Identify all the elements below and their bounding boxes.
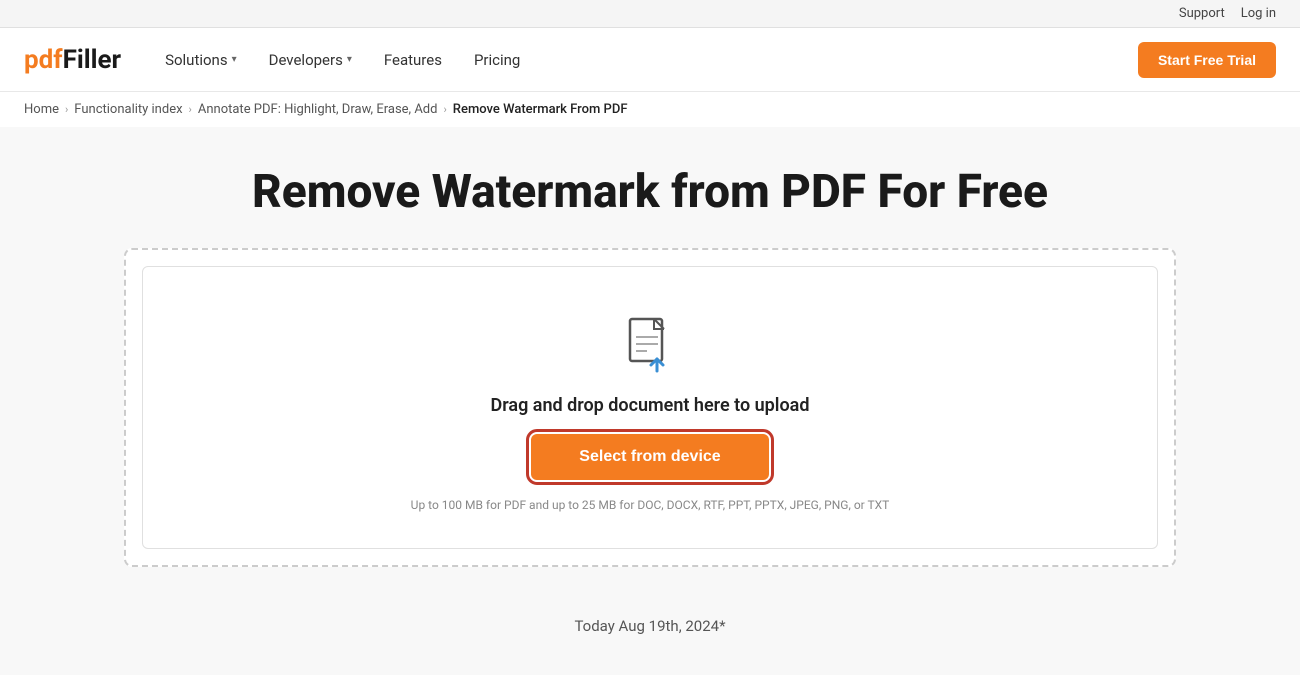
hero-section: Remove Watermark from PDF For Free (0, 127, 1300, 248)
breadcrumb-home[interactable]: Home (24, 102, 59, 117)
logo-pdf-text: pdf (24, 45, 63, 75)
upload-file-note: Up to 100 MB for PDF and up to 25 MB for… (411, 498, 890, 512)
login-link[interactable]: Log in (1241, 6, 1276, 21)
page-content: Remove Watermark from PDF For Free (0, 127, 1300, 675)
nav-developers[interactable]: Developers ▾ (257, 43, 364, 77)
solutions-chevron-icon: ▾ (232, 54, 237, 65)
breadcrumb-sep-3: › (443, 103, 446, 116)
upload-icon-wrap (625, 317, 675, 377)
breadcrumb: Home › Functionality index › Annotate PD… (0, 92, 1300, 127)
support-link[interactable]: Support (1179, 6, 1225, 21)
drag-drop-text: Drag and drop document here to upload (491, 395, 810, 416)
date-text: Today Aug 19th, 2024* (574, 617, 725, 635)
start-free-trial-button[interactable]: Start Free Trial (1138, 42, 1276, 78)
nav-solutions[interactable]: Solutions ▾ (153, 43, 249, 77)
select-from-device-button[interactable]: Select from device (531, 434, 768, 480)
developers-chevron-icon: ▾ (347, 54, 352, 65)
footer-date: Today Aug 19th, 2024* (0, 597, 1300, 655)
page-title: Remove Watermark from PDF For Free (24, 167, 1276, 218)
upload-document-icon (625, 317, 675, 377)
top-utility-bar: Support Log in (0, 0, 1300, 28)
breadcrumb-sep-2: › (189, 103, 192, 116)
upload-drop-zone[interactable]: Drag and drop document here to upload Se… (142, 266, 1158, 549)
breadcrumb-sep-1: › (65, 103, 68, 116)
logo-link[interactable]: pdfFiller (24, 45, 121, 75)
main-navbar: pdfFiller Solutions ▾ Developers ▾ Featu… (0, 28, 1300, 92)
upload-outer-border: Drag and drop document here to upload Se… (124, 248, 1176, 567)
logo-filler-text: Filler (63, 45, 121, 75)
breadcrumb-current: Remove Watermark From PDF (453, 102, 628, 117)
breadcrumb-annotate[interactable]: Annotate PDF: Highlight, Draw, Erase, Ad… (198, 102, 438, 117)
nav-pricing[interactable]: Pricing (462, 43, 532, 77)
nav-features[interactable]: Features (372, 43, 454, 77)
nav-links: Solutions ▾ Developers ▾ Features Pricin… (153, 43, 1138, 77)
breadcrumb-functionality[interactable]: Functionality index (74, 102, 182, 117)
upload-section: Drag and drop document here to upload Se… (100, 248, 1200, 567)
